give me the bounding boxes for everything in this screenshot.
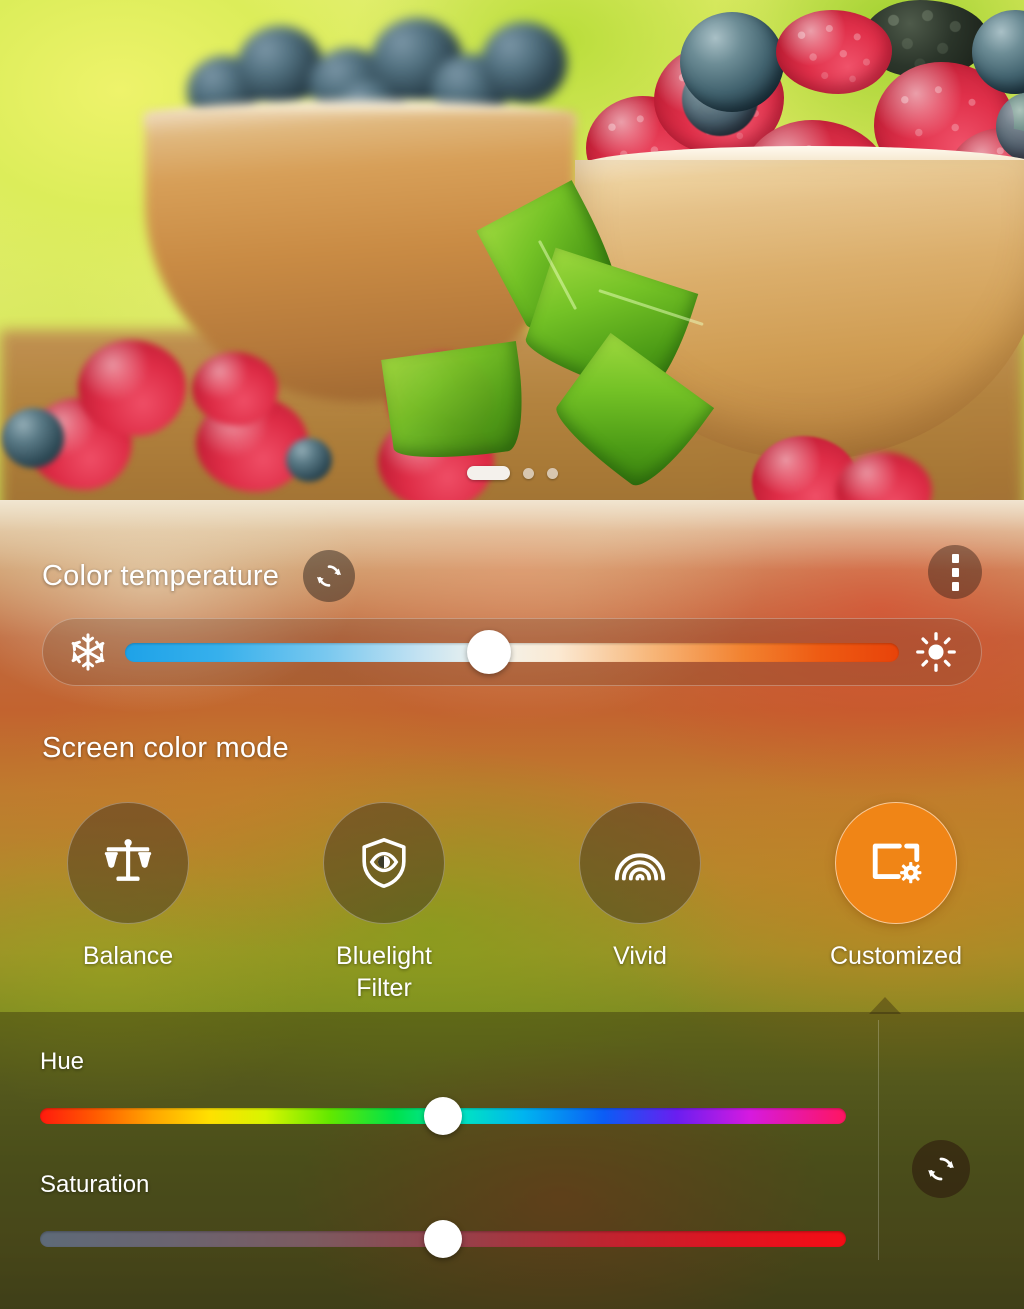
screen-color-mode-title: Screen color mode bbox=[42, 732, 289, 764]
mode-label: Vivid bbox=[613, 942, 667, 970]
splendid-display-screen: Color temperature Screen color mode Bala… bbox=[0, 0, 1024, 1309]
overflow-menu-button[interactable] bbox=[928, 545, 982, 599]
panel-divider bbox=[878, 1020, 879, 1260]
color-temperature-slider-container bbox=[42, 618, 982, 686]
mode-option-balance[interactable]: Balance bbox=[0, 802, 256, 1004]
color-temperature-reset-button[interactable] bbox=[303, 550, 356, 602]
snowflake-icon bbox=[65, 629, 111, 675]
mode-label: Balance bbox=[82, 942, 174, 970]
sun-icon bbox=[913, 629, 959, 675]
hue-label: Hue bbox=[40, 1048, 85, 1075]
color-temperature-thumb[interactable] bbox=[466, 630, 511, 674]
mode-label: Customized bbox=[830, 942, 962, 970]
mode-icon-container bbox=[67, 802, 189, 924]
mode-option-vivid[interactable]: Vivid bbox=[512, 802, 768, 1004]
shield-eye-icon bbox=[362, 837, 406, 889]
saturation-slider-block: Saturation bbox=[40, 1171, 846, 1258]
page-dot[interactable] bbox=[546, 467, 558, 479]
foreground-raspberry bbox=[192, 352, 278, 426]
page-dot-active[interactable] bbox=[466, 466, 510, 480]
refresh-icon bbox=[317, 565, 342, 587]
saturation-thumb[interactable] bbox=[424, 1220, 462, 1258]
color-temperature-slider[interactable] bbox=[125, 630, 899, 674]
mint-leaf bbox=[381, 341, 531, 467]
hue-slider[interactable] bbox=[40, 1097, 846, 1135]
rainbow-arc-icon bbox=[614, 853, 666, 881]
color-temperature-header: Color temperature bbox=[42, 550, 356, 602]
saturation-slider[interactable] bbox=[40, 1220, 846, 1258]
foreground-raspberry bbox=[78, 340, 186, 436]
wallpaper-page-indicator[interactable] bbox=[0, 466, 1024, 480]
more-vertical-icon bbox=[951, 553, 959, 563]
screen-color-mode-options: Balance Bluelight Filter Vivid Customize… bbox=[0, 802, 1024, 1004]
hue-slider-block: Hue bbox=[40, 1048, 846, 1135]
saturation-label: Saturation bbox=[40, 1171, 150, 1198]
more-vertical-icon bbox=[951, 581, 959, 591]
hue-thumb[interactable] bbox=[424, 1097, 462, 1135]
mode-option-bluelight-filter[interactable]: Bluelight Filter bbox=[256, 802, 512, 1004]
mode-icon-container bbox=[835, 802, 957, 924]
more-vertical-icon bbox=[951, 567, 959, 577]
color-temperature-title: Color temperature bbox=[42, 559, 280, 592]
balance-scales-icon bbox=[104, 839, 152, 881]
mode-label: Bluelight Filter bbox=[336, 942, 432, 1002]
mode-icon-container bbox=[579, 802, 701, 924]
foreground-blueberry bbox=[2, 408, 64, 468]
display-settings-panel: Color temperature Screen color mode Bala… bbox=[0, 500, 1024, 1309]
mode-icon-container bbox=[323, 802, 445, 924]
screen-gear-icon bbox=[872, 843, 922, 884]
customized-reset-button[interactable] bbox=[912, 1140, 970, 1198]
color-temperature-track bbox=[125, 642, 899, 662]
refresh-icon bbox=[928, 1157, 954, 1181]
page-dot[interactable] bbox=[522, 467, 534, 479]
mode-option-customized[interactable]: Customized bbox=[768, 802, 1024, 1004]
